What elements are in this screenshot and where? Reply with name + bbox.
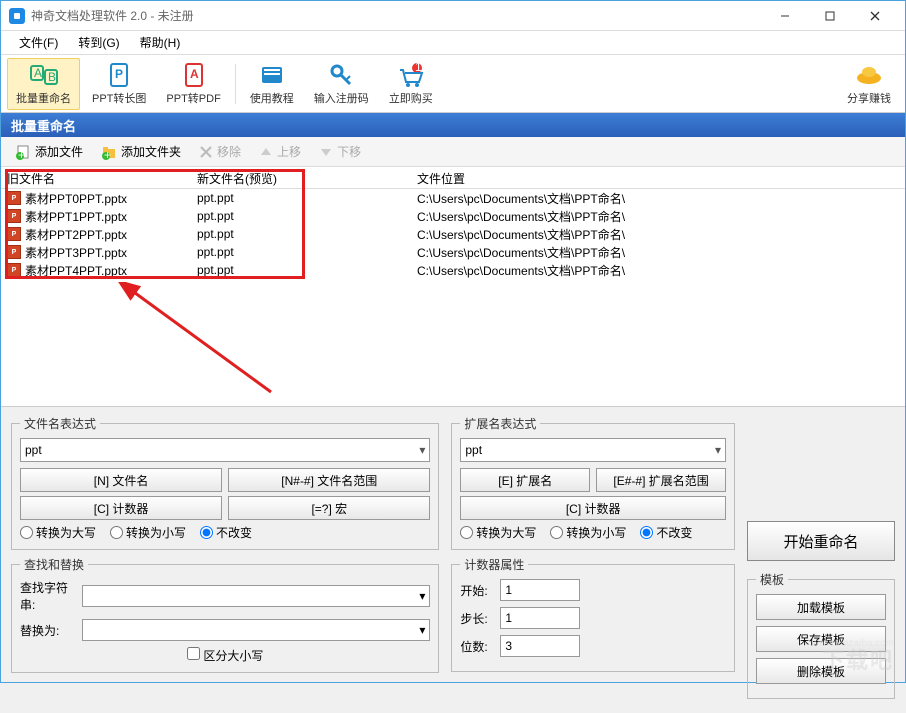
book-icon: [259, 62, 285, 88]
close-button[interactable]: [852, 2, 897, 30]
svg-text:+: +: [104, 148, 111, 160]
chevron-down-icon: ▾: [715, 443, 721, 457]
window-title: 神奇文档处理软件 2.0 - 未注册: [31, 7, 762, 24]
btn-ext-counter[interactable]: [C] 计数器: [460, 496, 726, 520]
load-template-button[interactable]: 加载模板: [756, 594, 886, 620]
replace-label: 替换为:: [20, 622, 82, 639]
btn-c-counter[interactable]: [C] 计数器: [20, 496, 222, 520]
menu-help[interactable]: 帮助(H): [130, 34, 191, 51]
chevron-down-icon: ▾: [419, 623, 425, 637]
col-location[interactable]: 文件位置: [411, 167, 905, 188]
move-up-button[interactable]: 上移: [251, 141, 309, 162]
toolbar: AB 批量重命名 P PPT转长图 A PPT转PDF 使用教程 输入注册码 1…: [1, 55, 905, 113]
radio-none[interactable]: 不改变: [200, 524, 252, 541]
ext-expr-combo[interactable]: ppt ▾: [460, 438, 726, 462]
find-replace-group: 查找和替换 查找字符串: ▾ 替换为: ▾ 区分大小写: [11, 556, 439, 673]
find-combo[interactable]: ▾: [82, 585, 430, 607]
radio-lower[interactable]: 转换为小写: [110, 524, 186, 541]
chevron-down-icon: ▾: [419, 589, 425, 603]
add-file-icon: +: [15, 144, 31, 160]
table-row[interactable]: P素材PPT3PPT.pptx ppt.ppt C:\Users\pc\Docu…: [1, 243, 905, 261]
table-row[interactable]: P素材PPT0PPT.pptx ppt.ppt C:\Users\pc\Docu…: [1, 189, 905, 207]
toolbar-tutorial[interactable]: 使用教程: [242, 58, 302, 110]
btn-n-range[interactable]: [N#-#] 文件名范围: [228, 468, 430, 492]
toolbar-ppt-pdf[interactable]: A PPT转PDF: [158, 58, 228, 110]
move-down-button[interactable]: 下移: [311, 141, 369, 162]
ppt-long-icon: P: [107, 62, 131, 88]
rename-icon: AB: [29, 62, 59, 88]
table-row[interactable]: P素材PPT1PPT.pptx ppt.ppt C:\Users\pc\Docu…: [1, 207, 905, 225]
start-rename-button[interactable]: 开始重命名: [747, 521, 895, 561]
add-folder-icon: +: [101, 144, 117, 160]
btn-macro[interactable]: [=?] 宏: [228, 496, 430, 520]
titlebar: 神奇文档处理软件 2.0 - 未注册: [1, 1, 905, 31]
btn-n-filename[interactable]: [N] 文件名: [20, 468, 222, 492]
section-header: 批量重命名: [1, 113, 905, 137]
toolbar-batch-rename[interactable]: AB 批量重命名: [7, 58, 80, 110]
toolbar-share[interactable]: 分享赚钱: [839, 58, 899, 110]
radio-ext-upper[interactable]: 转换为大写: [460, 524, 536, 541]
toolbar-ppt-long[interactable]: P PPT转长图: [84, 58, 154, 110]
app-icon: [9, 8, 25, 24]
gold-icon: [855, 62, 883, 88]
radio-ext-none[interactable]: 不改变: [640, 524, 692, 541]
ppt-icon: P: [7, 209, 21, 223]
ext-expr-group: 扩展名表达式 ppt ▾ [E] 扩展名 [E#-#] 扩展名范围 [C] 计数…: [451, 415, 735, 550]
remove-icon: [199, 145, 213, 159]
minimize-button[interactable]: [762, 2, 807, 30]
svg-text:P: P: [115, 67, 123, 81]
counter-step-input[interactable]: [500, 607, 580, 629]
save-template-button[interactable]: 保存模板: [756, 626, 886, 652]
menu-goto[interactable]: 转到(G): [68, 34, 129, 51]
table-row[interactable]: P素材PPT2PPT.pptx ppt.ppt C:\Users\pc\Docu…: [1, 225, 905, 243]
chevron-down-icon: ▾: [419, 443, 425, 457]
actionbar: + 添加文件 + 添加文件夹 移除 上移 下移: [1, 137, 905, 167]
counter-group: 计数器属性 开始: 步长: 位数:: [451, 556, 735, 672]
maximize-button[interactable]: [807, 2, 852, 30]
svg-text:A: A: [190, 67, 199, 81]
case-sensitive-checkbox[interactable]: 区分大小写: [187, 649, 263, 663]
template-group: 模板 加载模板 保存模板 删除模板: [747, 571, 895, 699]
svg-text:B: B: [48, 70, 56, 84]
table-header: 旧文件名 新文件名(预览) 文件位置: [1, 167, 905, 189]
menu-file[interactable]: 文件(F): [9, 34, 68, 51]
ppt-pdf-icon: A: [182, 62, 206, 88]
svg-text:+: +: [18, 148, 25, 160]
find-label: 查找字符串:: [20, 579, 82, 613]
key-icon: [328, 62, 354, 88]
filename-expr-group: 文件名表达式 ppt ▾ [N] 文件名 [N#-#] 文件名范围 [C] 计数…: [11, 415, 439, 550]
radio-ext-lower[interactable]: 转换为小写: [550, 524, 626, 541]
add-file-button[interactable]: + 添加文件: [7, 141, 91, 162]
ppt-icon: P: [7, 227, 21, 241]
ppt-icon: P: [7, 191, 21, 205]
counter-digits-input[interactable]: [500, 635, 580, 657]
delete-template-button[interactable]: 删除模板: [756, 658, 886, 684]
cart-icon: 1: [397, 62, 425, 88]
radio-upper[interactable]: 转换为大写: [20, 524, 96, 541]
remove-button[interactable]: 移除: [191, 141, 249, 162]
btn-e-range[interactable]: [E#-#] 扩展名范围: [596, 468, 726, 492]
down-icon: [319, 145, 333, 159]
toolbar-enter-code[interactable]: 输入注册码: [306, 58, 377, 110]
menubar: 文件(F) 转到(G) 帮助(H): [1, 31, 905, 55]
col-new-name[interactable]: 新文件名(预览): [191, 167, 411, 188]
svg-text:A: A: [34, 66, 42, 80]
file-table: 旧文件名 新文件名(预览) 文件位置 P素材PPT0PPT.pptx ppt.p…: [1, 167, 905, 407]
toolbar-buy[interactable]: 1 立即购买: [381, 58, 441, 110]
up-icon: [259, 145, 273, 159]
filename-expr-combo[interactable]: ppt ▾: [20, 438, 430, 462]
ppt-icon: P: [7, 263, 21, 277]
add-folder-button[interactable]: + 添加文件夹: [93, 141, 189, 162]
annotation-arrow: [111, 282, 291, 402]
col-old-name[interactable]: 旧文件名: [1, 167, 191, 188]
counter-start-input[interactable]: [500, 579, 580, 601]
ppt-icon: P: [7, 245, 21, 259]
table-row[interactable]: P素材PPT4PPT.pptx ppt.ppt C:\Users\pc\Docu…: [1, 261, 905, 279]
replace-combo[interactable]: ▾: [82, 619, 430, 641]
btn-e-ext[interactable]: [E] 扩展名: [460, 468, 590, 492]
settings-panel: 文件名表达式 ppt ▾ [N] 文件名 [N#-#] 文件名范围 [C] 计数…: [1, 407, 905, 713]
